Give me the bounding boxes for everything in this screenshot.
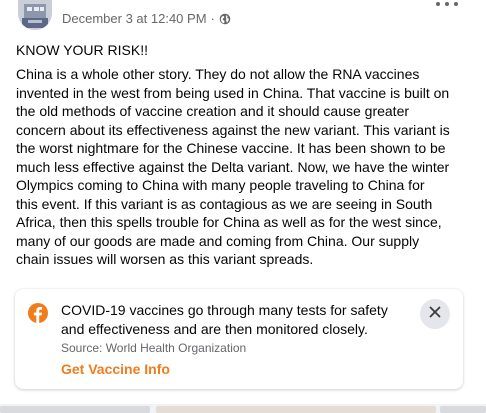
post-body-line: Africa, then this spells trouble for Chi…	[16, 214, 442, 230]
post-body-line: the old methods of vaccine creation and …	[16, 103, 410, 119]
close-button[interactable]	[420, 299, 450, 329]
post-body-line: China is a whole other story. They do no…	[16, 66, 420, 82]
post-timestamp[interactable]: December 3 at 12:40 PM	[62, 11, 207, 26]
meta-separator: ·	[210, 11, 215, 26]
post-headline: KNOW YOUR RISK!!	[16, 42, 148, 58]
post-body: China is a whole other story. They do no…	[16, 65, 478, 269]
globe-icon[interactable]	[219, 13, 231, 25]
post-body-line: chain issues will worsen as this variant…	[16, 251, 314, 267]
facebook-post: December 3 at 12:40 PM · KNOW YOUR RISK!…	[0, 0, 486, 413]
info-card-message-line: COVID-19 vaccines go through many tests …	[61, 302, 388, 318]
info-card-message-line: and effectiveness and are then monitored…	[61, 321, 368, 337]
info-card-message: COVID-19 vaccines go through many tests …	[61, 301, 421, 339]
covid-info-card: COVID-19 vaccines go through many tests …	[15, 289, 463, 389]
post-header: December 3 at 12:40 PM ·	[0, 0, 486, 36]
post-body-line: concern about its effectiveness against …	[16, 121, 450, 138]
post-body-line: Olympics coming to China with many peopl…	[16, 177, 425, 193]
post-body-line: the worst nightmare for the Chinese vacc…	[16, 140, 446, 156]
info-card-source: Source: World Health Organization	[61, 341, 247, 355]
bottom-divider	[0, 404, 486, 413]
post-meta: December 3 at 12:40 PM ·	[62, 11, 231, 26]
facebook-icon	[28, 303, 48, 323]
avatar[interactable]	[18, 0, 52, 30]
avatar-image	[18, 0, 52, 30]
post-body-line: many of our goods are made and coming fr…	[16, 232, 420, 249]
post-body-line: much less effective against the Delta va…	[16, 158, 450, 175]
post-body-line: invented in the west from being used in …	[16, 84, 450, 101]
more-options-icon[interactable]	[436, 0, 458, 10]
close-icon	[429, 305, 441, 323]
get-vaccine-info-link[interactable]: Get Vaccine Info	[61, 361, 170, 377]
post-body-line: this event. If this variant is as contag…	[16, 195, 433, 212]
